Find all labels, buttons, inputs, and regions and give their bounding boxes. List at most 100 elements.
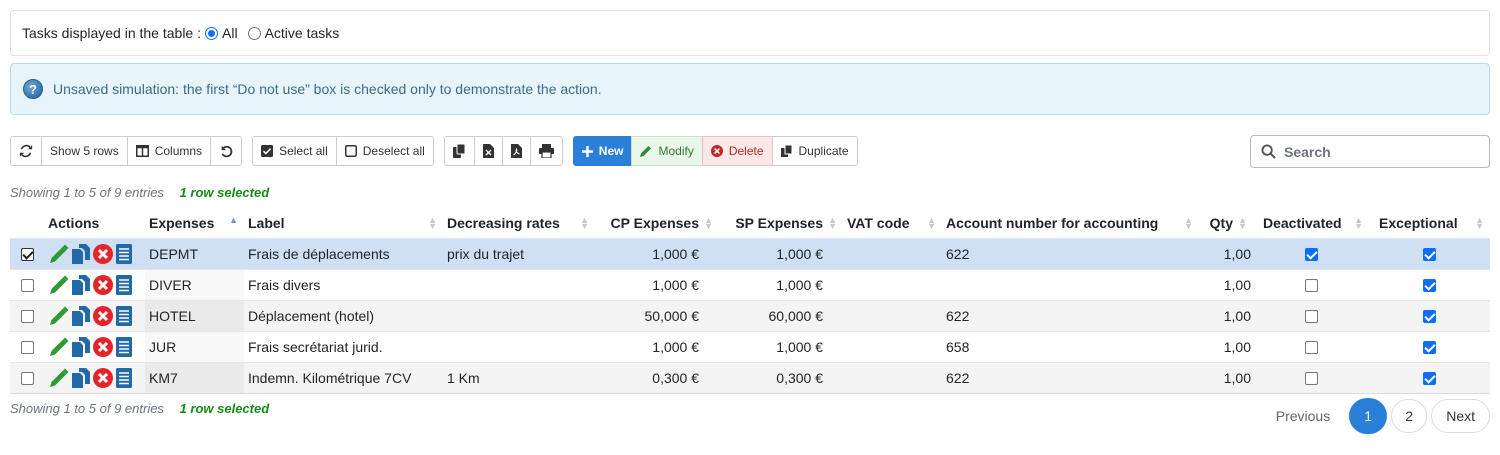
- duplicate-icon[interactable]: [71, 274, 91, 296]
- previous-page-button[interactable]: Previous: [1260, 399, 1346, 433]
- deactivated-checkbox[interactable]: [1304, 310, 1318, 324]
- cell-vat-code: [843, 237, 942, 269]
- edit-icon[interactable]: [48, 305, 70, 327]
- column-header-cp-expenses[interactable]: CP Expenses ▲ ▼: [595, 208, 719, 238]
- details-icon[interactable]: [115, 305, 133, 327]
- delete-icon[interactable]: [92, 367, 114, 389]
- print-button[interactable]: [529, 136, 563, 166]
- refresh-button[interactable]: [10, 136, 42, 166]
- page-button-1[interactable]: 1: [1349, 398, 1388, 434]
- cell-qty: 1,00: [1199, 237, 1253, 269]
- deselect-all-button[interactable]: Deselect all: [335, 136, 434, 166]
- copy-button[interactable]: [443, 136, 475, 166]
- delete-icon[interactable]: [92, 274, 114, 296]
- row-select-cell[interactable]: [10, 330, 44, 362]
- selected-info: 1 row selected: [179, 185, 270, 200]
- details-icon[interactable]: [115, 336, 133, 358]
- row-select-checkbox[interactable]: [20, 248, 34, 262]
- new-button[interactable]: New: [572, 136, 633, 166]
- column-header-sp-expenses[interactable]: SP Expenses ▲ ▼: [719, 208, 843, 238]
- details-icon[interactable]: [115, 367, 133, 389]
- deactivated-checkbox[interactable]: [1304, 248, 1318, 262]
- deactivated-checkbox[interactable]: [1304, 372, 1318, 386]
- row-actions: [44, 361, 145, 394]
- cell-account-number: 622: [942, 237, 1199, 269]
- column-header-qty[interactable]: Qty ▲ ▼: [1199, 208, 1253, 238]
- table-toolbar: Show 5 rows Columns Select all Deselect …: [10, 136, 868, 166]
- edit-icon[interactable]: [48, 367, 70, 389]
- deactivated-checkbox[interactable]: [1304, 279, 1318, 293]
- exceptional-checkbox[interactable]: [1423, 372, 1436, 386]
- table-row[interactable]: HOTEL Déplacement (hotel) 50,000 € 60,00…: [10, 299, 1490, 331]
- column-header-label[interactable]: Label ▲ ▼: [244, 208, 443, 238]
- cell-sp-expense: 60,000 €: [719, 299, 843, 331]
- details-icon[interactable]: [115, 274, 133, 296]
- row-select-checkbox[interactable]: [20, 341, 34, 355]
- column-header-decreasing-rates[interactable]: Decreasing rates ▲ ▼: [443, 208, 595, 238]
- row-select-checkbox[interactable]: [20, 372, 34, 386]
- cell-cp-expense: 1,000 €: [595, 237, 719, 269]
- cell-expense: DIVER: [145, 268, 244, 300]
- column-header-exceptional[interactable]: Exceptional ▲ ▼: [1369, 208, 1490, 238]
- delete-icon[interactable]: [92, 305, 114, 327]
- table-row[interactable]: DIVER Frais divers 1,000 € 1,000 € 1,00: [10, 268, 1490, 300]
- table-row[interactable]: DEPMT Frais de déplacements prix du traj…: [10, 237, 1490, 269]
- row-select-cell[interactable]: [10, 268, 44, 300]
- sort-icon: ▲ ▼: [1238, 215, 1247, 231]
- cell-deactivated: [1253, 330, 1369, 362]
- duplicate-button[interactable]: Duplicate: [771, 136, 858, 166]
- filter-all-option[interactable]: All: [205, 25, 238, 41]
- table-row[interactable]: KM7 Indemn. Kilométrique 7CV 1 Km 0,300 …: [10, 361, 1490, 394]
- next-page-button[interactable]: Next: [1431, 399, 1490, 433]
- page-button-2[interactable]: 2: [1391, 399, 1428, 433]
- table-row[interactable]: JUR Frais secrétariat jurid. 1,000 € 1,0…: [10, 330, 1490, 362]
- cell-vat-code: [843, 330, 942, 362]
- entries-info: Showing 1 to 5 of 9 entries: [10, 185, 164, 200]
- details-icon[interactable]: [115, 243, 133, 265]
- cell-expense: JUR: [145, 330, 244, 362]
- pdf-button[interactable]: [501, 136, 531, 166]
- exceptional-checkbox[interactable]: [1423, 310, 1436, 324]
- edit-icon[interactable]: [48, 243, 70, 265]
- alert-text: Unsaved simulation: the first “Do not us…: [53, 81, 602, 97]
- filter-active-label: Active tasks: [264, 25, 340, 41]
- exceptional-checkbox[interactable]: [1423, 248, 1436, 262]
- duplicate-icon[interactable]: [71, 336, 91, 358]
- cell-sp-expense: 1,000 €: [719, 268, 843, 300]
- deactivated-checkbox[interactable]: [1304, 341, 1318, 355]
- delete-icon[interactable]: [92, 336, 114, 358]
- column-header-vat-code[interactable]: VAT code ▲ ▼: [843, 208, 942, 238]
- duplicate-icon[interactable]: [71, 367, 91, 389]
- row-select-cell[interactable]: [10, 361, 44, 394]
- edit-icon[interactable]: [48, 274, 70, 296]
- cell-decreasing-rate: [443, 299, 595, 331]
- row-select-cell[interactable]: [10, 237, 44, 269]
- columns-button[interactable]: Columns: [126, 136, 212, 166]
- question-icon: ?: [23, 79, 43, 99]
- cell-expense: KM7: [145, 361, 244, 394]
- exceptional-checkbox[interactable]: [1423, 279, 1436, 293]
- filter-active-radio[interactable]: [247, 26, 261, 40]
- modify-button[interactable]: Modify: [631, 136, 703, 166]
- exceptional-checkbox[interactable]: [1423, 341, 1436, 355]
- row-select-checkbox[interactable]: [20, 310, 34, 324]
- reset-button[interactable]: [210, 136, 243, 166]
- delete-icon[interactable]: [92, 243, 114, 265]
- filter-all-radio[interactable]: [205, 26, 218, 40]
- duplicate-icon[interactable]: [71, 243, 91, 265]
- show-rows-button[interactable]: Show 5 rows: [41, 136, 128, 166]
- edit-icon[interactable]: [48, 336, 70, 358]
- select-all-button[interactable]: Select all: [252, 136, 337, 166]
- column-header-deactivated[interactable]: Deactivated ▲ ▼: [1253, 208, 1369, 238]
- column-header-expenses[interactable]: Expenses ▲: [145, 208, 244, 238]
- delete-button[interactable]: Delete: [701, 136, 773, 166]
- copy-icon: [452, 144, 466, 158]
- row-select-checkbox[interactable]: [20, 279, 34, 293]
- filter-active-option[interactable]: Active tasks: [247, 25, 340, 41]
- column-header-account-number[interactable]: Account number for accounting ▲ ▼: [942, 208, 1199, 238]
- refresh-icon: [19, 144, 33, 158]
- search-input[interactable]: [1284, 143, 1484, 160]
- duplicate-icon[interactable]: [71, 305, 91, 327]
- row-select-cell[interactable]: [10, 299, 44, 331]
- excel-button[interactable]: [473, 136, 503, 166]
